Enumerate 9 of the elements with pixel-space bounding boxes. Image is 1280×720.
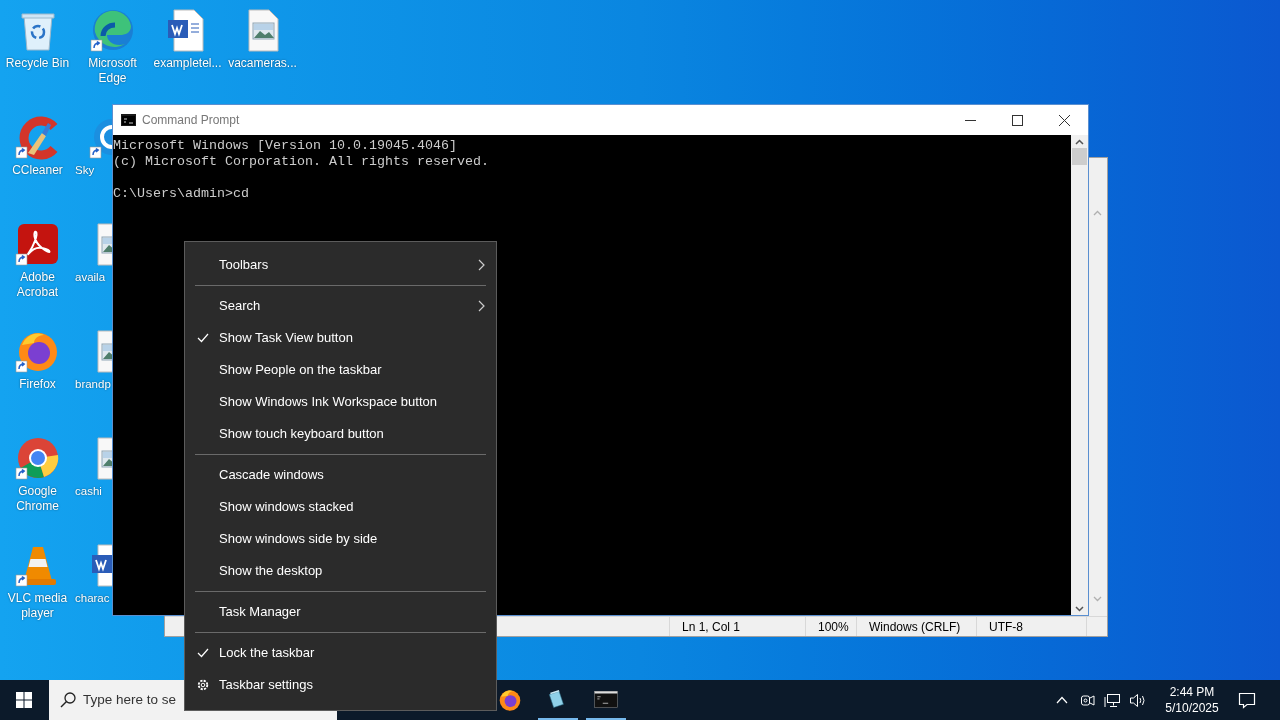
- console-prompt: C:\Users\admin>cd: [113, 186, 249, 201]
- console-line: (c) Microsoft Corporation. All rights reserved.: [113, 154, 489, 169]
- console-line: Microsoft Windows [Version 10.0.19045.4046]: [113, 138, 457, 153]
- window-title: Command Prompt: [142, 112, 240, 129]
- status-text: UTF-8: [989, 618, 1023, 636]
- search-placeholder: Type here to se: [83, 690, 177, 709]
- status-text: Windows (CRLF): [869, 618, 961, 636]
- status-text: 100%: [818, 618, 849, 636]
- status-text: Ln 1, Col 1: [682, 618, 741, 636]
